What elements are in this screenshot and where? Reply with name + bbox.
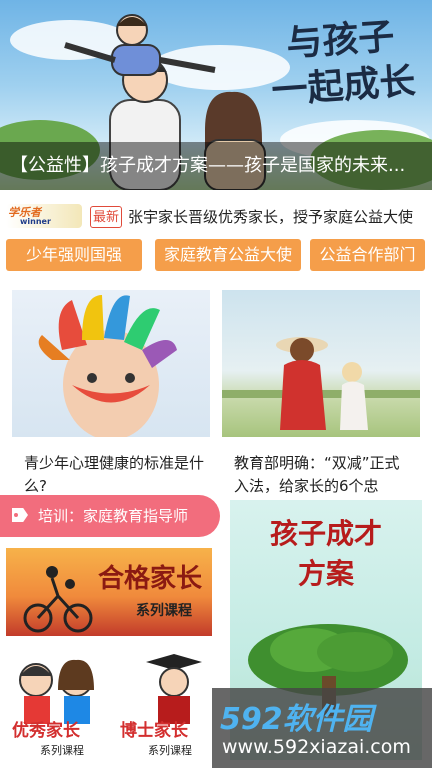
article-1-image[interactable] bbox=[12, 290, 210, 437]
article-2-image[interactable] bbox=[222, 290, 420, 437]
family-ambassador-button[interactable]: 家庭教育公益大使 bbox=[155, 239, 301, 271]
couple-avatar-icon bbox=[19, 659, 94, 724]
watermark-brand: 592软件园 bbox=[220, 702, 373, 737]
watermark: 592软件园 www.592xiazai.com bbox=[212, 688, 432, 768]
strong-youth-button[interactable]: 少年强则国强 bbox=[6, 239, 142, 271]
training-label: 培训：家庭教育指导师 bbox=[38, 507, 189, 525]
article-2-title[interactable]: 教育部明确：“双减”正式入法，给家长的6个忠 bbox=[234, 452, 414, 498]
doctor-title: 博士家长 bbox=[120, 721, 188, 741]
news-ticker[interactable]: 张宇家长晋级优秀家长，授予家庭公益大使 bbox=[128, 204, 413, 230]
excellent-title: 优秀家长 bbox=[12, 721, 80, 741]
training-ribbon[interactable]: 培训：家庭教育指导师 bbox=[0, 495, 220, 537]
app-logo: 学乐者 winner bbox=[6, 204, 82, 228]
partner-dept-button[interactable]: 公益合作部门 bbox=[310, 239, 425, 271]
qualified-title: 合格家长 bbox=[98, 564, 203, 594]
hero-banner[interactable]: 与孩子 一起成长 【公益性】孩子成才方案——孩子是国家的未来... bbox=[0, 0, 432, 190]
logo-sub: winner bbox=[20, 217, 51, 226]
mother-daughter-image bbox=[222, 337, 420, 430]
qualified-sub: 系列课程 bbox=[136, 603, 192, 619]
hero-caption[interactable]: 【公益性】孩子成才方案——孩子是国家的未来... bbox=[0, 142, 432, 190]
excellent-parent-course[interactable]: 优秀家长 系列课程 bbox=[6, 650, 106, 760]
watermark-url: www.592xiazai.com bbox=[222, 736, 411, 758]
hero-title: 与孩子 一起成长 bbox=[267, 13, 417, 115]
graduate-cap-icon bbox=[146, 654, 202, 724]
qualified-parent-course[interactable]: 合格家长 系列课程 bbox=[6, 548, 212, 636]
new-badge: 最新 bbox=[90, 206, 122, 228]
article-1-title[interactable]: 青少年心理健康的标准是什么? bbox=[24, 452, 204, 498]
doctor-sub: 系列课程 bbox=[148, 744, 192, 757]
doctor-parent-course[interactable]: 博士家长 系列课程 bbox=[116, 650, 214, 760]
child-painted-hands-image bbox=[38, 295, 177, 437]
excellent-sub: 系列课程 bbox=[40, 744, 84, 757]
tag-icon-hole bbox=[14, 513, 18, 517]
